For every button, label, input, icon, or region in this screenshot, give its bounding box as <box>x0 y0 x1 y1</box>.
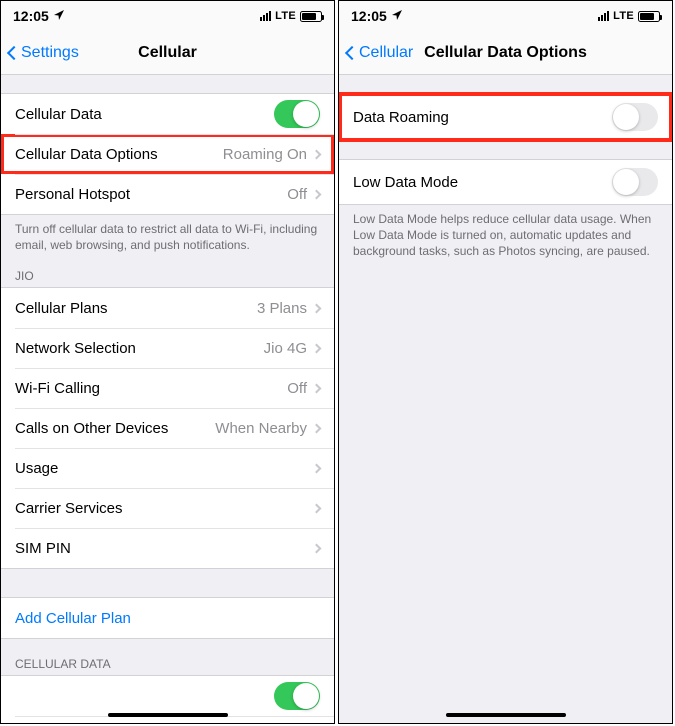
row-value: Off <box>287 186 307 203</box>
battery-icon <box>300 11 322 22</box>
row-value: 3 Plans <box>257 300 307 317</box>
back-button[interactable]: Settings <box>9 44 79 62</box>
row-add-cellular-plan[interactable]: Add Cellular Plan <box>1 598 334 638</box>
row-label: Calls on Other Devices <box>15 420 215 437</box>
row-label: Cellular Data Options <box>15 146 223 163</box>
back-button[interactable]: Cellular <box>347 44 413 62</box>
toggle-cellular-data[interactable] <box>274 100 320 128</box>
status-bar: 12:05 LTE <box>1 1 334 31</box>
footer-text: Turn off cellular data to restrict all d… <box>1 215 334 257</box>
chevron-right-icon <box>312 383 322 393</box>
toggle-low-data-mode[interactable] <box>612 168 658 196</box>
row-calls-other-devices[interactable]: Calls on Other Devices When Nearby <box>1 408 334 448</box>
phone-right: 12:05 LTE Cellular Cellular Data Options… <box>338 0 673 724</box>
home-indicator[interactable] <box>446 713 566 717</box>
section-header-cellular-data: CELLULAR DATA <box>1 639 334 675</box>
section-header: JIO <box>1 257 334 287</box>
row-label: Data Roaming <box>353 109 612 126</box>
chevron-right-icon <box>312 543 322 553</box>
chevron-right-icon <box>312 149 322 159</box>
chevron-left-icon <box>345 45 359 59</box>
phone-left: 12:05 LTE Settings Cellular Cellular Dat… <box>0 0 335 724</box>
toggle-data-roaming[interactable] <box>612 103 658 131</box>
network-label: LTE <box>275 10 296 22</box>
location-icon <box>391 8 403 24</box>
row-label: Usage <box>15 460 313 477</box>
row-app-instagram[interactable]: Instagram 10.6 GB <box>1 716 334 723</box>
row-value: Off <box>287 380 307 397</box>
chevron-right-icon <box>312 343 322 353</box>
row-low-data-mode[interactable]: Low Data Mode <box>339 160 672 204</box>
row-usage[interactable]: Usage <box>1 448 334 488</box>
footer-text: Low Data Mode helps reduce cellular data… <box>339 205 672 264</box>
row-label: Low Data Mode <box>353 174 612 191</box>
home-indicator[interactable] <box>108 713 228 717</box>
location-icon <box>53 8 65 24</box>
row-sim-pin[interactable]: SIM PIN <box>1 528 334 568</box>
back-label: Settings <box>21 44 79 62</box>
row-app-toggle-unnamed[interactable] <box>1 676 334 716</box>
chevron-right-icon <box>312 503 322 513</box>
chevron-right-icon <box>312 303 322 313</box>
row-label: Carrier Services <box>15 500 313 517</box>
row-label: Network Selection <box>15 340 264 357</box>
row-cellular-data-options[interactable]: Cellular Data Options Roaming On <box>1 134 334 174</box>
nav-bar: Settings Cellular <box>1 31 334 75</box>
chevron-right-icon <box>312 189 322 199</box>
chevron-right-icon <box>312 423 322 433</box>
row-value: Roaming On <box>223 146 307 163</box>
chevron-right-icon <box>312 463 322 473</box>
row-cellular-data[interactable]: Cellular Data <box>1 94 334 134</box>
row-wifi-calling[interactable]: Wi-Fi Calling Off <box>1 368 334 408</box>
signal-icon <box>260 11 271 21</box>
back-label: Cellular <box>359 44 413 62</box>
row-carrier-services[interactable]: Carrier Services <box>1 488 334 528</box>
row-network-selection[interactable]: Network Selection Jio 4G <box>1 328 334 368</box>
row-cellular-plans[interactable]: Cellular Plans 3 Plans <box>1 288 334 328</box>
row-label: Wi-Fi Calling <box>15 380 287 397</box>
row-data-roaming[interactable]: Data Roaming <box>339 94 672 140</box>
toggle-app[interactable] <box>274 682 320 710</box>
row-value: Jio 4G <box>264 340 307 357</box>
network-label: LTE <box>613 10 634 22</box>
row-label: Cellular Plans <box>15 300 257 317</box>
status-time: 12:05 <box>351 8 387 24</box>
row-label: Personal Hotspot <box>15 186 287 203</box>
chevron-left-icon <box>7 45 21 59</box>
row-value: When Nearby <box>215 420 307 437</box>
status-time: 12:05 <box>13 8 49 24</box>
row-label: Cellular Data <box>15 106 274 123</box>
row-personal-hotspot[interactable]: Personal Hotspot Off <box>1 174 334 214</box>
signal-icon <box>598 11 609 21</box>
status-bar: 12:05 LTE <box>339 1 672 31</box>
row-label: Add Cellular Plan <box>15 610 320 627</box>
battery-icon <box>638 11 660 22</box>
row-label: SIM PIN <box>15 540 313 557</box>
nav-bar: Cellular Cellular Data Options <box>339 31 672 75</box>
